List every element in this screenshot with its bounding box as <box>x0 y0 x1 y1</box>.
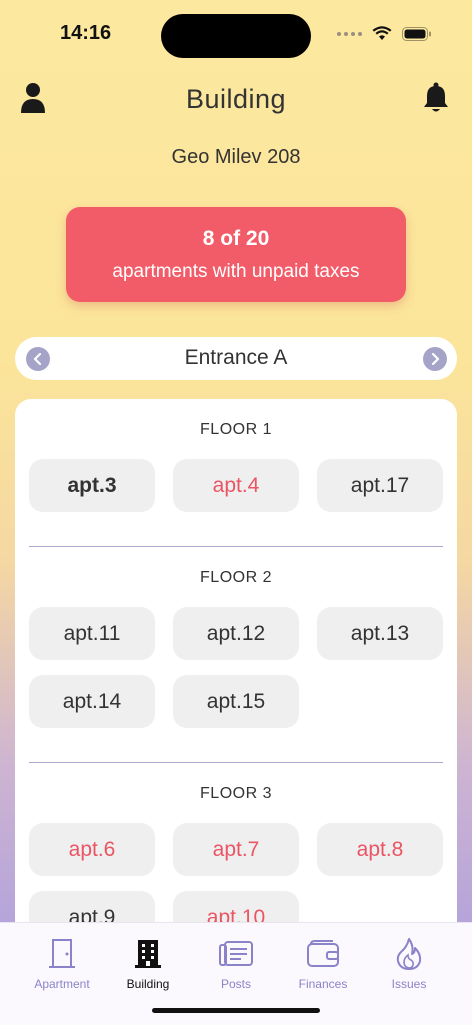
tab-building[interactable]: Building <box>101 937 195 991</box>
apartment-button[interactable]: apt.12 <box>173 607 299 660</box>
wifi-icon <box>372 26 392 40</box>
flame-icon <box>396 938 422 970</box>
apartment-button[interactable]: apt.7 <box>173 823 299 876</box>
page-title: Building <box>185 84 287 114</box>
unpaid-summary-card[interactable]: 8 of 20 apartments with unpaid taxes <box>66 207 406 302</box>
unpaid-label: apartments with unpaid taxes <box>112 261 360 282</box>
apartment-button[interactable]: apt.3 <box>29 459 155 512</box>
building-icon <box>135 940 161 968</box>
floor-section: FLOOR 1 apt.3 apt.4 apt.17 <box>15 399 457 547</box>
header: Building <box>0 78 472 124</box>
apartment-button[interactable]: apt.6 <box>29 823 155 876</box>
next-entrance-button[interactable] <box>423 347 447 371</box>
tab-label: Finances <box>298 977 348 991</box>
apartment-button[interactable]: apt.8 <box>317 823 443 876</box>
floor-section: FLOOR 2 apt.11 apt.12 apt.13 apt.14 apt.… <box>15 547 457 763</box>
chevron-right-icon <box>431 353 440 365</box>
floor-section: FLOOR 3 apt.6 apt.7 apt.8 apt.9 apt.10 <box>15 763 457 944</box>
bell-icon <box>424 82 448 112</box>
floor-title: FLOOR 1 <box>200 421 272 438</box>
apartment-button[interactable]: apt.17 <box>317 459 443 512</box>
tab-label: Apartment <box>34 977 90 991</box>
unpaid-count: 8 of 20 <box>202 227 270 250</box>
tab-finances[interactable]: Finances <box>276 937 370 991</box>
floor-title: FLOOR 3 <box>200 785 272 802</box>
dynamic-island <box>161 14 311 58</box>
apartment-button[interactable]: apt.11 <box>29 607 155 660</box>
entrance-selector: Entrance A <box>15 337 457 380</box>
tab-apartment[interactable]: Apartment <box>15 937 109 991</box>
status-time: 14:16 <box>60 22 112 44</box>
status-bar: 14:16 <box>0 0 472 70</box>
battery-icon <box>402 26 431 41</box>
entrance-label: Entrance A <box>184 346 288 369</box>
wallet-icon <box>307 940 339 967</box>
apartment-button[interactable]: apt.13 <box>317 607 443 660</box>
notifications-button[interactable] <box>422 82 452 116</box>
signal-dots-icon <box>337 31 362 36</box>
tab-posts[interactable]: Posts <box>189 937 283 991</box>
tab-issues[interactable]: Issues <box>362 937 456 991</box>
status-icons <box>337 26 432 41</box>
tab-label: Posts <box>220 977 251 991</box>
building-address: Geo Milev 208 <box>171 146 301 168</box>
apartment-button[interactable]: apt.4 <box>173 459 299 512</box>
door-icon <box>49 939 75 968</box>
apartment-button[interactable]: apt.14 <box>29 675 155 728</box>
floor-title: FLOOR 2 <box>200 569 272 586</box>
apartment-button[interactable]: apt.15 <box>173 675 299 728</box>
tab-label: Building <box>126 977 170 991</box>
home-indicator <box>152 1008 320 1013</box>
tab-label: Issues <box>391 977 427 991</box>
posts-icon <box>219 941 253 966</box>
